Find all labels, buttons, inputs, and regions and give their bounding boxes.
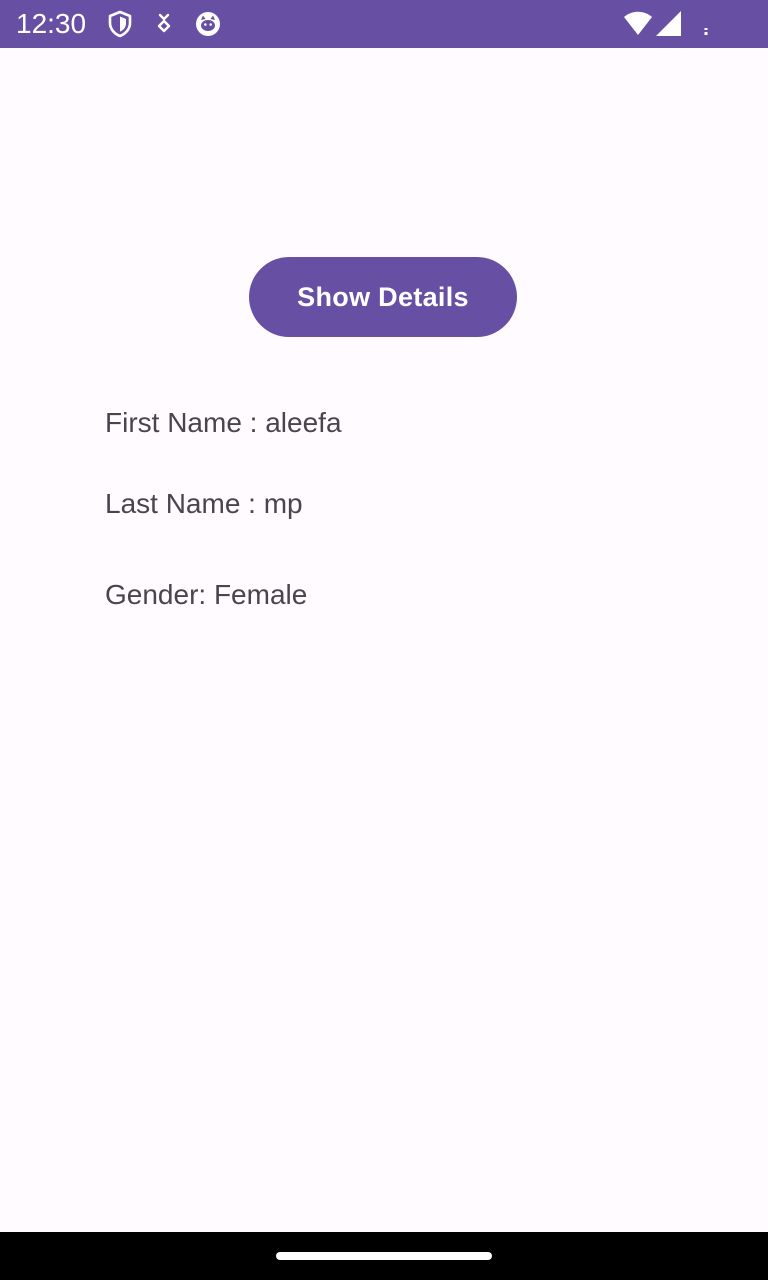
main-content: Show Details First Name : aleefa Last Na… <box>0 48 768 1232</box>
cat-face-icon <box>192 8 224 40</box>
home-gesture-handle[interactable] <box>276 1252 492 1260</box>
app-screen: 12:30 Show Details First Name: aleefa L… <box>0 0 768 1280</box>
cellular-signal-icon <box>652 8 684 40</box>
last-name-text: Last Name : mp <box>105 488 303 519</box>
status-time: 12:30 <box>16 8 87 39</box>
status-bar: 12:30 <box>0 0 768 48</box>
wifi-icon <box>622 8 654 40</box>
shield-icon <box>104 8 136 40</box>
gender-text: Gender: Female <box>105 579 308 610</box>
first-name-text: First Name : aleefa <box>105 407 342 438</box>
show-details-button[interactable]: Show Details <box>249 257 517 337</box>
battery-icon <box>692 8 724 40</box>
download-pending-icon <box>148 8 180 40</box>
navigation-bar <box>0 1232 768 1280</box>
